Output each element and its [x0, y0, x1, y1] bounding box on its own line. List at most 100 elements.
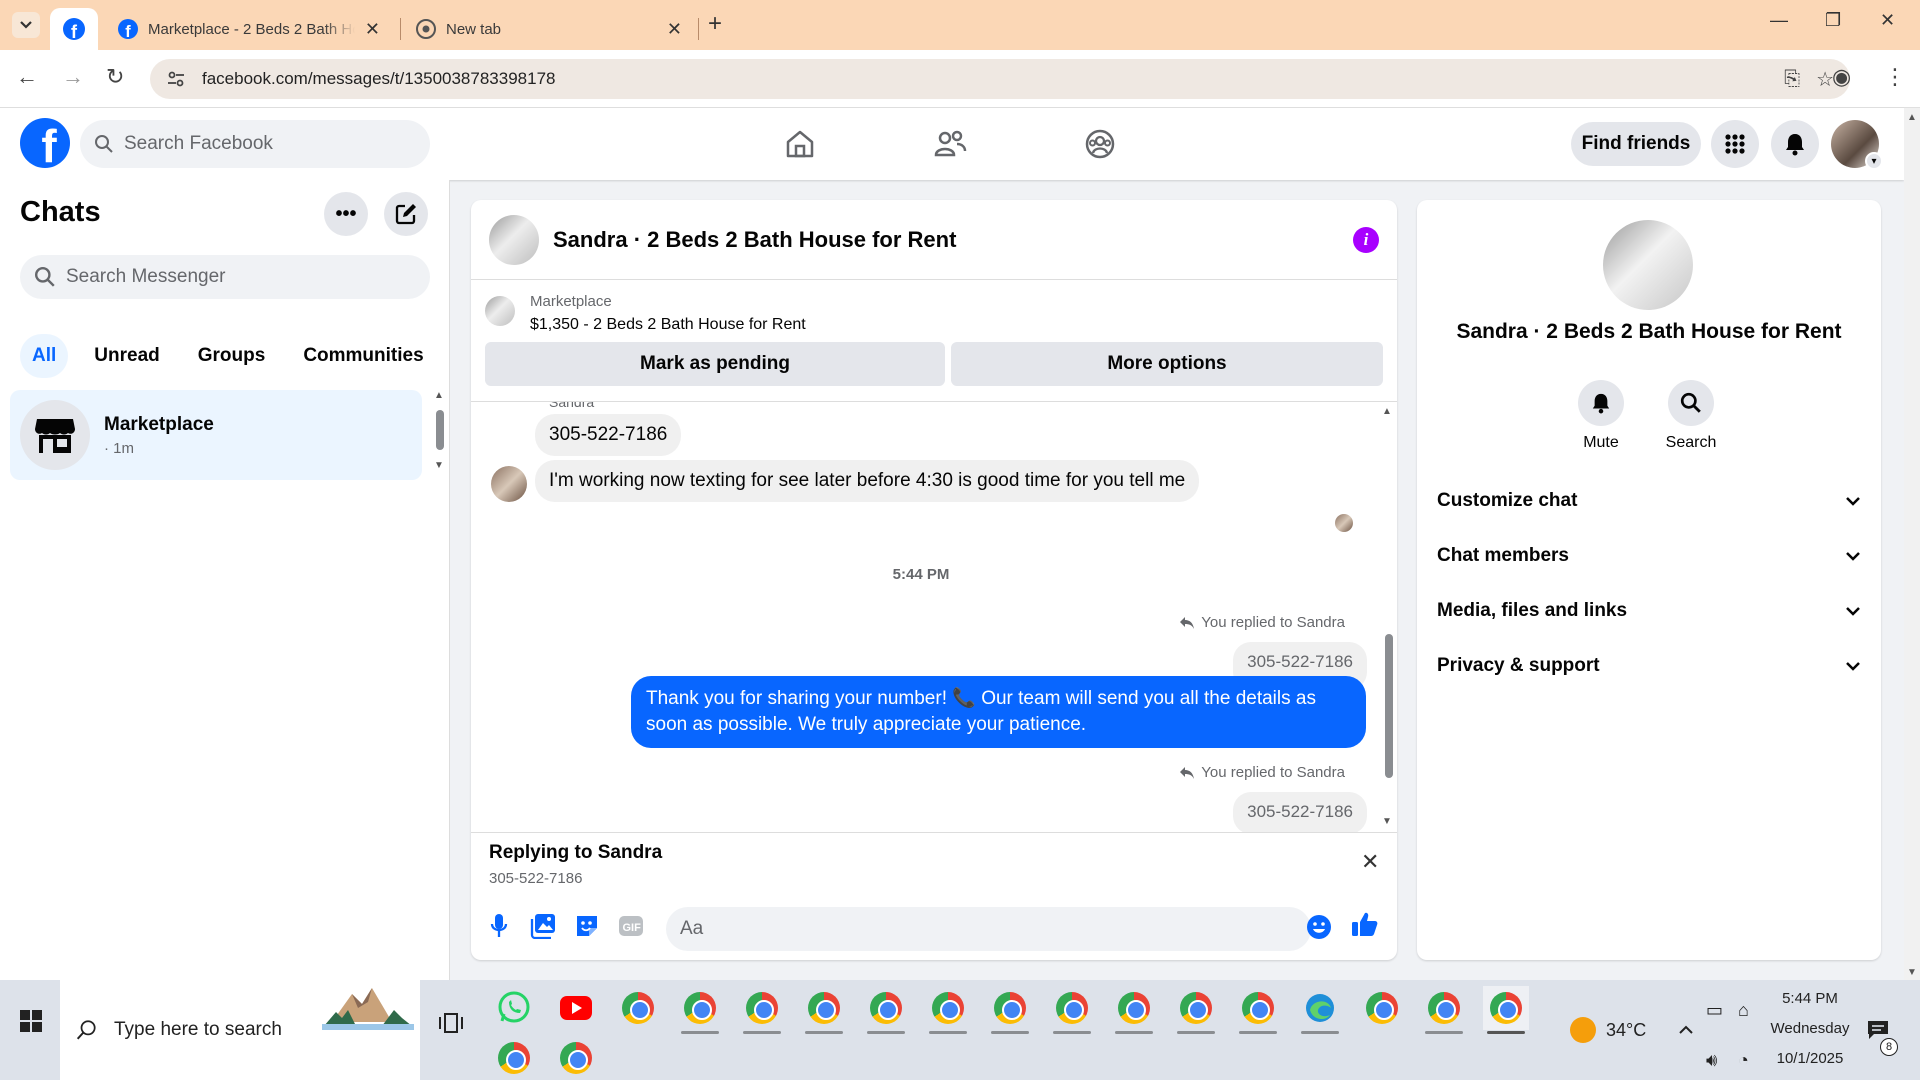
taskbar-chrome-1[interactable]	[615, 986, 661, 1030]
scroll-thumb[interactable]	[436, 410, 444, 450]
taskbar-chrome-8[interactable]	[1049, 986, 1095, 1034]
page-scrollbar[interactable]: ▲ ▼	[1904, 108, 1920, 980]
listing-price-title[interactable]: $1,350 - 2 Beds 2 Bath House for Rent	[530, 316, 806, 334]
taskbar-chrome-12[interactable]	[1359, 986, 1405, 1030]
friends-nav-button[interactable]	[930, 126, 970, 162]
taskbar-chrome-2[interactable]	[677, 986, 723, 1034]
tab-search-dropdown[interactable]	[12, 12, 40, 38]
taskbar-chrome-11[interactable]	[1235, 986, 1281, 1034]
filter-groups[interactable]: Groups	[186, 334, 278, 378]
section-customize-chat[interactable]: Customize chat	[1437, 481, 1861, 521]
taskbar-whatsapp[interactable]	[491, 986, 537, 1030]
mark-as-pending-button[interactable]: Mark as pending	[485, 342, 945, 386]
taskbar-search-input[interactable]: Type here to search	[60, 980, 420, 1080]
more-options-button[interactable]: More options	[951, 342, 1383, 386]
scroll-down-icon[interactable]: ▼	[1907, 967, 1917, 978]
filter-all[interactable]: All	[20, 334, 69, 378]
sender-avatar[interactable]	[491, 466, 527, 502]
scroll-down-icon[interactable]: ▼	[434, 460, 444, 471]
close-window-icon[interactable]: ✕	[1880, 10, 1895, 31]
taskbar-chrome-7[interactable]	[987, 986, 1033, 1034]
facebook-logo[interactable]: f	[20, 118, 70, 168]
browser-menu-icon[interactable]: ⋮	[1884, 64, 1906, 90]
contact-avatar-large[interactable]	[1603, 220, 1693, 310]
install-app-icon[interactable]: ⎘	[1784, 68, 1800, 91]
message-scrollbar[interactable]: ▲ ▼	[1381, 406, 1395, 830]
message-input[interactable]: Aa	[666, 907, 1311, 951]
volume-icon[interactable]: 🔊︎	[1706, 1010, 1717, 1080]
filter-unread[interactable]: Unread	[82, 334, 171, 378]
find-friends-button[interactable]: Find friends	[1571, 122, 1701, 166]
system-clock[interactable]: 5:44 PM Wednesday 10/1/2025	[1760, 984, 1860, 1074]
address-bar[interactable]: facebook.com/messages/t/1350038783398178…	[150, 59, 1850, 99]
voice-clip-button[interactable]	[485, 911, 513, 941]
groups-nav-button[interactable]	[1080, 126, 1120, 162]
reload-icon[interactable]: ↻	[106, 64, 124, 90]
network-icon[interactable]: ◔	[1738, 1010, 1749, 1080]
chat-list-item[interactable]: Marketplace · 1m	[10, 390, 422, 480]
task-view-icon[interactable]	[438, 1010, 464, 1036]
section-privacy-support[interactable]: Privacy & support	[1437, 646, 1861, 686]
gif-button[interactable]: GIF	[617, 911, 645, 941]
pinned-facebook-tab[interactable]: f	[50, 8, 98, 50]
attach-photo-button[interactable]	[529, 911, 557, 941]
taskbar-chrome-16[interactable]	[553, 1036, 599, 1080]
notifications-button[interactable]	[1771, 120, 1819, 168]
taskbar-chrome-15[interactable]	[491, 1036, 537, 1080]
scroll-thumb[interactable]	[1385, 634, 1393, 778]
taskbar-chrome-14-active[interactable]	[1483, 986, 1529, 1034]
close-tab-icon[interactable]: ✕	[365, 19, 380, 40]
emoji-icon[interactable]	[1306, 914, 1332, 940]
taskbar-youtube[interactable]	[553, 986, 599, 1030]
taskbar-chrome-9[interactable]	[1111, 986, 1157, 1034]
minimize-icon[interactable]: —	[1770, 10, 1788, 31]
scroll-up-icon[interactable]: ▲	[434, 390, 444, 401]
scroll-up-icon[interactable]: ▲	[1382, 406, 1392, 417]
chat-list-scrollbar[interactable]: ▲ ▼	[432, 390, 448, 478]
new-message-button[interactable]	[384, 192, 428, 236]
section-chat-members[interactable]: Chat members	[1437, 536, 1861, 576]
quoted-message[interactable]: 305-522-7186	[1233, 792, 1367, 832]
site-settings-icon[interactable]	[166, 69, 186, 89]
taskbar-chrome-6[interactable]	[925, 986, 971, 1034]
mute-button[interactable]: Mute	[1561, 380, 1641, 452]
conversation-title[interactable]: Sandra · 2 Beds 2 Bath House for Rent	[553, 227, 1339, 253]
new-tab-plus-icon[interactable]: +	[708, 10, 722, 38]
send-like-button[interactable]	[1351, 909, 1379, 939]
home-nav-button[interactable]	[780, 126, 820, 162]
forward-arrow-icon[interactable]: →	[62, 64, 84, 90]
cancel-reply-close-icon[interactable]: ✕	[1361, 849, 1379, 875]
profile-icon[interactable]: ◉	[1832, 64, 1851, 90]
contact-avatar[interactable]	[489, 214, 539, 265]
incoming-message[interactable]: 305-522-7186	[535, 414, 682, 456]
weather-widget[interactable]: 34°C	[1570, 980, 1646, 1080]
outgoing-message[interactable]: Thank you for sharing your number! 📞 Our…	[631, 676, 1366, 748]
incoming-message[interactable]: I'm working now texting for see later be…	[535, 460, 1200, 502]
tab-new-tab[interactable]: New tab ✕	[404, 8, 694, 50]
section-media-files-links[interactable]: Media, files and links	[1437, 591, 1861, 631]
listing-thumbnail[interactable]	[485, 296, 515, 326]
info-icon[interactable]: i	[1353, 226, 1379, 253]
start-button[interactable]	[14, 1004, 48, 1038]
show-hidden-icons[interactable]	[1678, 980, 1694, 1080]
taskbar-chrome-3[interactable]	[739, 986, 785, 1034]
taskbar-edge[interactable]	[1297, 986, 1343, 1034]
tab-marketplace[interactable]: f Marketplace - 2 Beds 2 Bath House for …	[104, 8, 394, 50]
notification-center-button[interactable]: 8	[1866, 980, 1898, 1080]
chat-options-button[interactable]: •••	[324, 192, 368, 236]
taskbar-chrome-5[interactable]	[863, 986, 909, 1034]
restore-icon[interactable]: ❐	[1825, 10, 1841, 31]
close-tab-icon[interactable]: ✕	[667, 19, 682, 40]
taskbar-chrome-10[interactable]	[1173, 986, 1219, 1034]
scroll-down-icon[interactable]: ▼	[1382, 816, 1392, 827]
search-in-conversation-button[interactable]: Search	[1651, 380, 1731, 452]
scroll-up-icon[interactable]: ▲	[1907, 112, 1917, 123]
facebook-search-input[interactable]: Search Facebook	[80, 120, 430, 168]
sticker-button[interactable]	[573, 911, 601, 941]
taskbar-chrome-4[interactable]	[801, 986, 847, 1034]
account-avatar[interactable]: ▾	[1831, 120, 1883, 170]
taskbar-chrome-13[interactable]	[1421, 986, 1467, 1034]
back-arrow-icon[interactable]: ←	[16, 64, 38, 90]
menu-grid-button[interactable]	[1711, 120, 1759, 168]
messenger-search-input[interactable]: Search Messenger	[20, 255, 430, 299]
